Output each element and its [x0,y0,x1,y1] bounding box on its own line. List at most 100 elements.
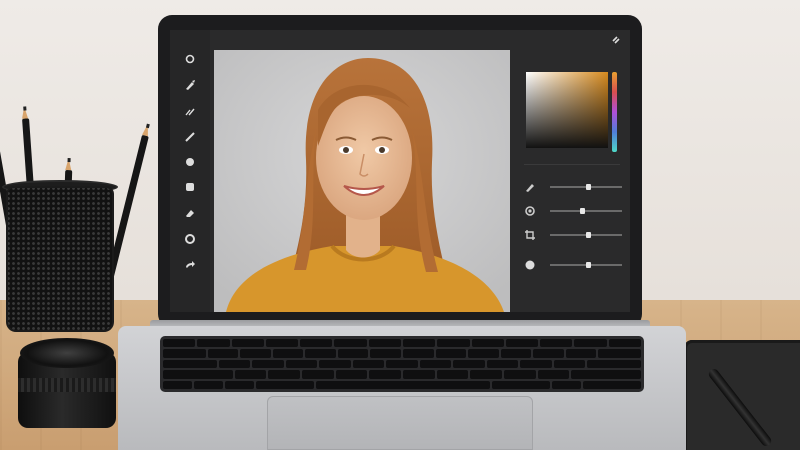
drawing-tablet [684,340,800,450]
slider-track[interactable] [550,208,622,214]
key[interactable] [352,359,385,369]
key[interactable] [403,349,434,358]
pencil-icon[interactable] [182,130,198,144]
key[interactable] [231,339,264,348]
portrait-photo [214,50,510,312]
key[interactable] [337,349,369,358]
key[interactable] [587,359,641,369]
redo-icon[interactable] [182,258,198,272]
key[interactable] [163,349,206,358]
key[interactable] [435,349,467,358]
slider-row [524,228,624,242]
trackpad[interactable] [267,396,533,450]
radio-icon [525,206,535,216]
brush-icon[interactable] [182,104,198,118]
keyboard-row [163,359,641,369]
color-picker-field[interactable] [526,72,608,148]
key[interactable] [319,359,351,369]
key[interactable] [197,339,230,348]
space-bar[interactable] [316,380,490,389]
key[interactable] [598,349,641,358]
shift-key[interactable] [571,370,641,379]
key[interactable] [234,370,267,379]
panel-divider [524,164,620,165]
key[interactable] [419,359,452,369]
slider-track[interactable] [550,232,622,238]
eraser-icon[interactable] [182,206,198,220]
key[interactable] [574,339,607,348]
key[interactable] [500,349,532,358]
key[interactable] [505,339,539,348]
slider-track[interactable] [550,262,622,268]
key[interactable] [537,370,570,379]
key[interactable] [540,339,573,348]
key[interactable] [370,349,401,358]
key[interactable] [386,359,418,369]
link-icon[interactable] [610,34,622,46]
key[interactable] [565,349,597,358]
key[interactable] [533,349,564,358]
key[interactable] [272,349,304,358]
mesh-cup [6,186,114,332]
slider-knob[interactable] [586,184,591,190]
command-key[interactable] [492,380,550,389]
key[interactable] [218,359,251,369]
key[interactable] [368,339,401,348]
slider-knob[interactable] [580,208,585,214]
key[interactable] [285,359,318,369]
slider-row [524,180,624,194]
adjustments-panel [514,30,630,312]
key[interactable] [552,380,581,389]
key[interactable] [302,370,334,379]
key[interactable] [470,370,502,379]
key[interactable] [194,380,223,389]
lens-focus-ring [18,378,116,392]
key[interactable] [163,380,192,389]
keyboard-row [163,370,641,379]
key[interactable] [468,349,499,358]
slider-row [524,204,624,218]
keyboard [160,336,644,392]
key[interactable] [225,380,254,389]
key[interactable] [402,339,436,348]
target-icon[interactable] [182,52,198,66]
slider-row [524,258,624,272]
slider-track[interactable] [550,184,622,190]
key[interactable] [335,370,368,379]
shift-key[interactable] [163,370,233,379]
key[interactable] [369,370,401,379]
key[interactable] [486,359,519,369]
key[interactable] [252,359,284,369]
key[interactable] [300,339,333,348]
ring-icon[interactable] [182,232,198,246]
key[interactable] [471,339,504,348]
pen-icon [526,184,534,192]
key[interactable] [403,370,435,379]
key[interactable] [453,359,485,369]
key[interactable] [436,370,469,379]
arrow-keys[interactable] [583,380,641,389]
key[interactable] [334,339,367,348]
key[interactable] [240,349,271,358]
pen-icon[interactable] [182,78,198,92]
key[interactable] [608,339,641,348]
slider-knob[interactable] [586,232,591,238]
key[interactable] [504,370,536,379]
circle-icon[interactable] [182,155,198,169]
key[interactable] [265,339,299,348]
photo-canvas[interactable] [214,50,510,312]
key[interactable] [268,370,300,379]
key[interactable] [437,339,470,348]
key[interactable] [163,339,196,348]
command-key[interactable] [256,380,314,389]
key[interactable] [520,359,552,369]
square-icon[interactable] [182,180,198,194]
lens-glass [20,338,114,368]
key[interactable] [163,359,217,369]
key[interactable] [305,349,336,358]
keyboard-row [163,349,641,358]
slider-knob[interactable] [586,262,591,268]
key[interactable] [207,349,239,358]
key[interactable] [553,359,586,369]
hue-slider[interactable] [612,72,617,152]
